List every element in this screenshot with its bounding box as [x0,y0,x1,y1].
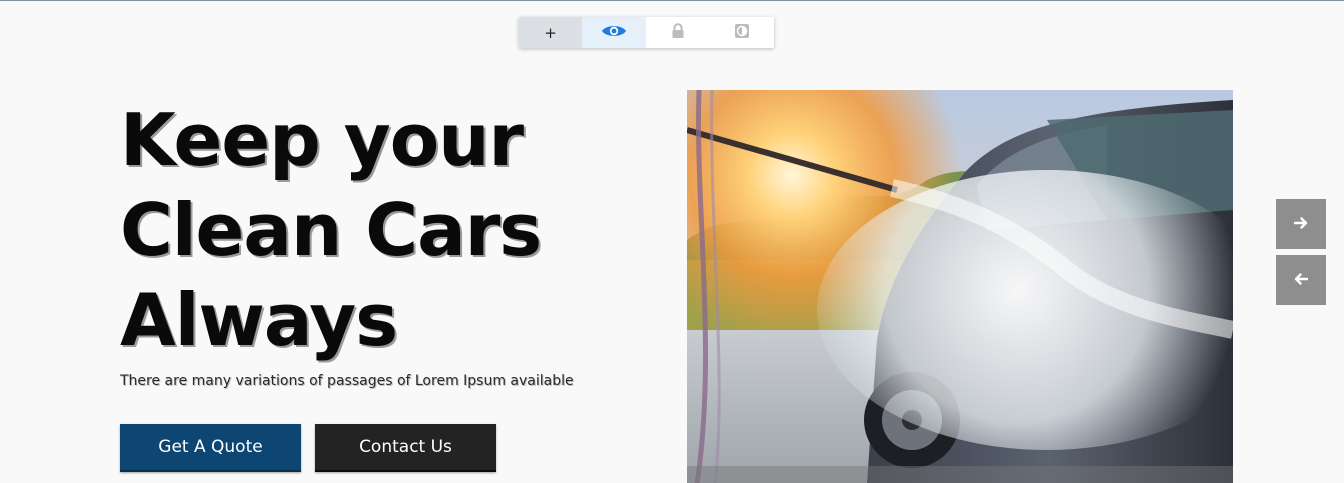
arrow-right-icon [1293,214,1308,235]
hero-headline: Keep your Clean Cars Always [120,95,680,365]
page: + Keep your Clean Cars Always There are … [0,0,1344,483]
image-caption-band [687,466,1233,483]
lock-button[interactable] [646,17,710,48]
headline-line: Clean Cars [120,188,542,272]
next-slide-button[interactable] [1276,199,1326,249]
eye-icon [601,23,627,43]
preview-button[interactable] [582,17,646,48]
headline-line: Keep your [120,98,524,182]
contrast-button[interactable] [710,17,774,48]
contact-us-button[interactable]: Contact Us [315,424,496,472]
get-quote-button[interactable]: Get A Quote [120,424,301,472]
contrast-icon [734,23,750,43]
car-wash-photo [687,90,1233,483]
lock-icon [671,22,685,43]
plus-icon: + [544,23,557,42]
arrow-left-icon [1294,270,1309,291]
hero-subtext: There are many variations of passages of… [120,373,574,389]
prev-slide-button[interactable] [1276,255,1326,305]
headline-line: Always [120,278,398,362]
editor-toolbar: + [519,17,774,48]
add-button[interactable]: + [519,17,582,48]
